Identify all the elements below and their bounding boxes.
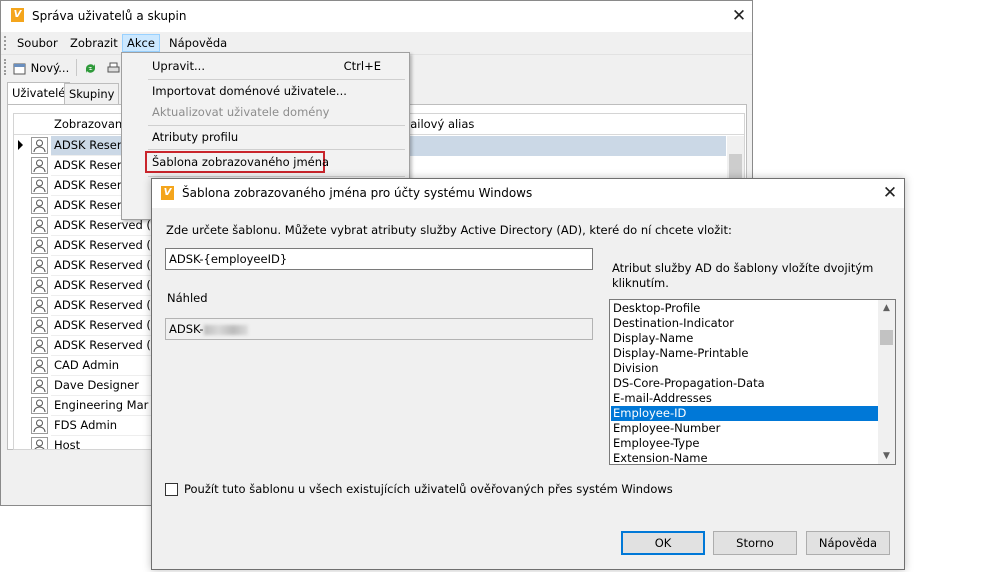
menu-item-profile-attributes[interactable]: Atributy profilu xyxy=(146,126,407,148)
vault-logo-icon: V xyxy=(161,186,174,200)
user-icon xyxy=(31,297,48,314)
attributes-scroll-thumb[interactable] xyxy=(880,330,893,345)
refresh-icon xyxy=(85,64,96,73)
user-icon xyxy=(31,417,48,434)
user-icon xyxy=(31,137,48,154)
list-item[interactable]: Destination-Indicator xyxy=(611,316,878,331)
main-close-icon[interactable]: ✕ xyxy=(727,5,751,27)
dialog-close-icon[interactable]: ✕ xyxy=(878,182,902,204)
menu-separator xyxy=(148,149,405,150)
printer-icon xyxy=(107,62,120,73)
list-item[interactable]: Display-Name xyxy=(611,331,878,346)
help-button[interactable]: Nápověda xyxy=(806,531,890,555)
list-item[interactable]: DS-Core-Propagation-Data xyxy=(611,376,878,391)
attribute-hint-line-1: Atribut služby AD do šablony vložíte dvo… xyxy=(612,261,874,275)
cell-display-name: Host xyxy=(51,436,166,449)
cell-display-name: ADSK Reserved (06 xyxy=(51,236,166,256)
user-icon xyxy=(31,437,48,449)
user-icon xyxy=(31,357,48,374)
menubar-grip xyxy=(4,36,6,50)
preview-redacted-value xyxy=(203,324,248,335)
preview-field: ADSK- xyxy=(165,318,593,340)
new-item-icon xyxy=(13,63,26,75)
toolbar-separator xyxy=(76,59,77,76)
ok-button[interactable]: OK xyxy=(621,531,705,555)
menu-item-import-domain-users[interactable]: Importovat doménové uživatele... xyxy=(146,80,407,102)
menu-akce[interactable]: Akce xyxy=(122,34,160,52)
new-button-label: Nový... xyxy=(30,61,70,75)
cell-display-name: CAD Admin xyxy=(51,356,166,376)
tab-skupiny[interactable]: Skupiny xyxy=(64,83,120,104)
toolbar-grip xyxy=(4,59,6,75)
list-item[interactable]: Display-Name-Printable xyxy=(611,346,878,361)
list-item[interactable]: Division xyxy=(611,361,878,376)
cell-display-name: ADSK Reserved (07 xyxy=(51,256,166,276)
attributes-scrollbar[interactable]: ▲ ▼ xyxy=(878,300,895,464)
cell-display-name: Dave Designer xyxy=(51,376,166,396)
scroll-up-icon[interactable]: ▲ xyxy=(878,300,895,316)
main-window-title: Správa uživatelů a skupin xyxy=(32,9,187,23)
template-input[interactable]: ADSK-{employeeID} xyxy=(165,248,593,270)
menu-napoveda[interactable]: Nápověda xyxy=(165,34,231,52)
dialog-title: Šablona zobrazovaného jména pro účty sys… xyxy=(182,186,533,200)
scroll-down-icon[interactable]: ▼ xyxy=(878,448,895,464)
user-icon xyxy=(31,277,48,294)
user-icon xyxy=(31,257,48,274)
list-item[interactable]: Extension-Name xyxy=(611,451,878,464)
user-icon xyxy=(31,377,48,394)
menu-item-edit[interactable]: Upravit... Ctrl+E xyxy=(146,55,407,77)
list-item[interactable]: Employee-Number xyxy=(611,421,878,436)
user-icon xyxy=(31,157,48,174)
menu-item-edit-label: Upravit... xyxy=(152,59,205,73)
current-row-marker-icon xyxy=(18,140,23,150)
menu-separator xyxy=(148,176,405,177)
main-titlebar: V Správa uživatelů a skupin ✕ xyxy=(1,1,752,32)
attribute-hint-line-2: kliknutím. xyxy=(612,276,669,290)
user-icon xyxy=(31,217,48,234)
cell-display-name: ADSK Reserved (09 xyxy=(51,296,166,316)
list-item[interactable]: E-mail-Addresses xyxy=(611,391,878,406)
new-button[interactable]: Nový... xyxy=(12,58,69,78)
cell-display-name: ADSK Reserved (10 xyxy=(51,316,166,336)
user-icon xyxy=(31,337,48,354)
vault-logo-icon: V xyxy=(11,8,24,22)
ad-attributes-list[interactable]: Desktop-Profile Destination-Indicator Disp… xyxy=(609,299,896,465)
cell-display-name: Engineering Mar xyxy=(51,396,166,416)
apply-all-label[interactable]: Použít tuto šablonu u všech existujících… xyxy=(184,482,673,496)
menu-zobrazit[interactable]: Zobrazit xyxy=(66,34,122,52)
user-icon xyxy=(31,237,48,254)
column-header-email-alias[interactable]: mailový alias xyxy=(399,117,474,131)
preview-value: ADSK- xyxy=(169,322,204,336)
menu-soubor[interactable]: Soubor xyxy=(13,34,62,52)
dialog-instruction: Zde určete šablonu. Můžete vybrat atribu… xyxy=(166,223,732,237)
cell-display-name: ADSK Reserved (11 xyxy=(51,336,166,356)
menu-item-edit-shortcut: Ctrl+E xyxy=(343,59,381,73)
preview-label: Náhled xyxy=(167,291,208,305)
list-item[interactable]: Employee-ID xyxy=(611,406,878,421)
apply-all-checkbox[interactable] xyxy=(165,483,178,496)
list-item[interactable]: Desktop-Profile xyxy=(611,301,878,316)
menu-item-update-domain-users: Aktualizovat uživatele domény xyxy=(152,105,330,119)
tab-uzivatele[interactable]: Uživatelé xyxy=(7,82,71,105)
user-icon xyxy=(31,177,48,194)
menubar: Soubor Zobrazit Akce Nápověda xyxy=(1,32,752,53)
dialog-titlebar: V Šablona zobrazovaného jména pro účty s… xyxy=(152,179,904,208)
display-name-template-dialog: V Šablona zobrazovaného jména pro účty s… xyxy=(151,178,905,570)
user-icon xyxy=(31,317,48,334)
user-icon xyxy=(31,397,48,414)
cancel-button[interactable]: Storno xyxy=(713,531,797,555)
user-icon xyxy=(31,197,48,214)
desktop: V Správa uživatelů a skupin ✕ Soubor Zob… xyxy=(0,0,989,572)
refresh-button[interactable] xyxy=(83,58,98,78)
cell-display-name: ADSK Reserved (08 xyxy=(51,276,166,296)
cell-display-name: FDS Admin xyxy=(51,416,166,436)
print-button[interactable] xyxy=(106,58,121,78)
list-item[interactable]: Employee-Type xyxy=(611,436,878,451)
column-header-display-name[interactable]: Zobrazované xyxy=(54,117,129,131)
menu-item-display-name-template[interactable]: Šablona zobrazovaného jména xyxy=(145,151,329,173)
